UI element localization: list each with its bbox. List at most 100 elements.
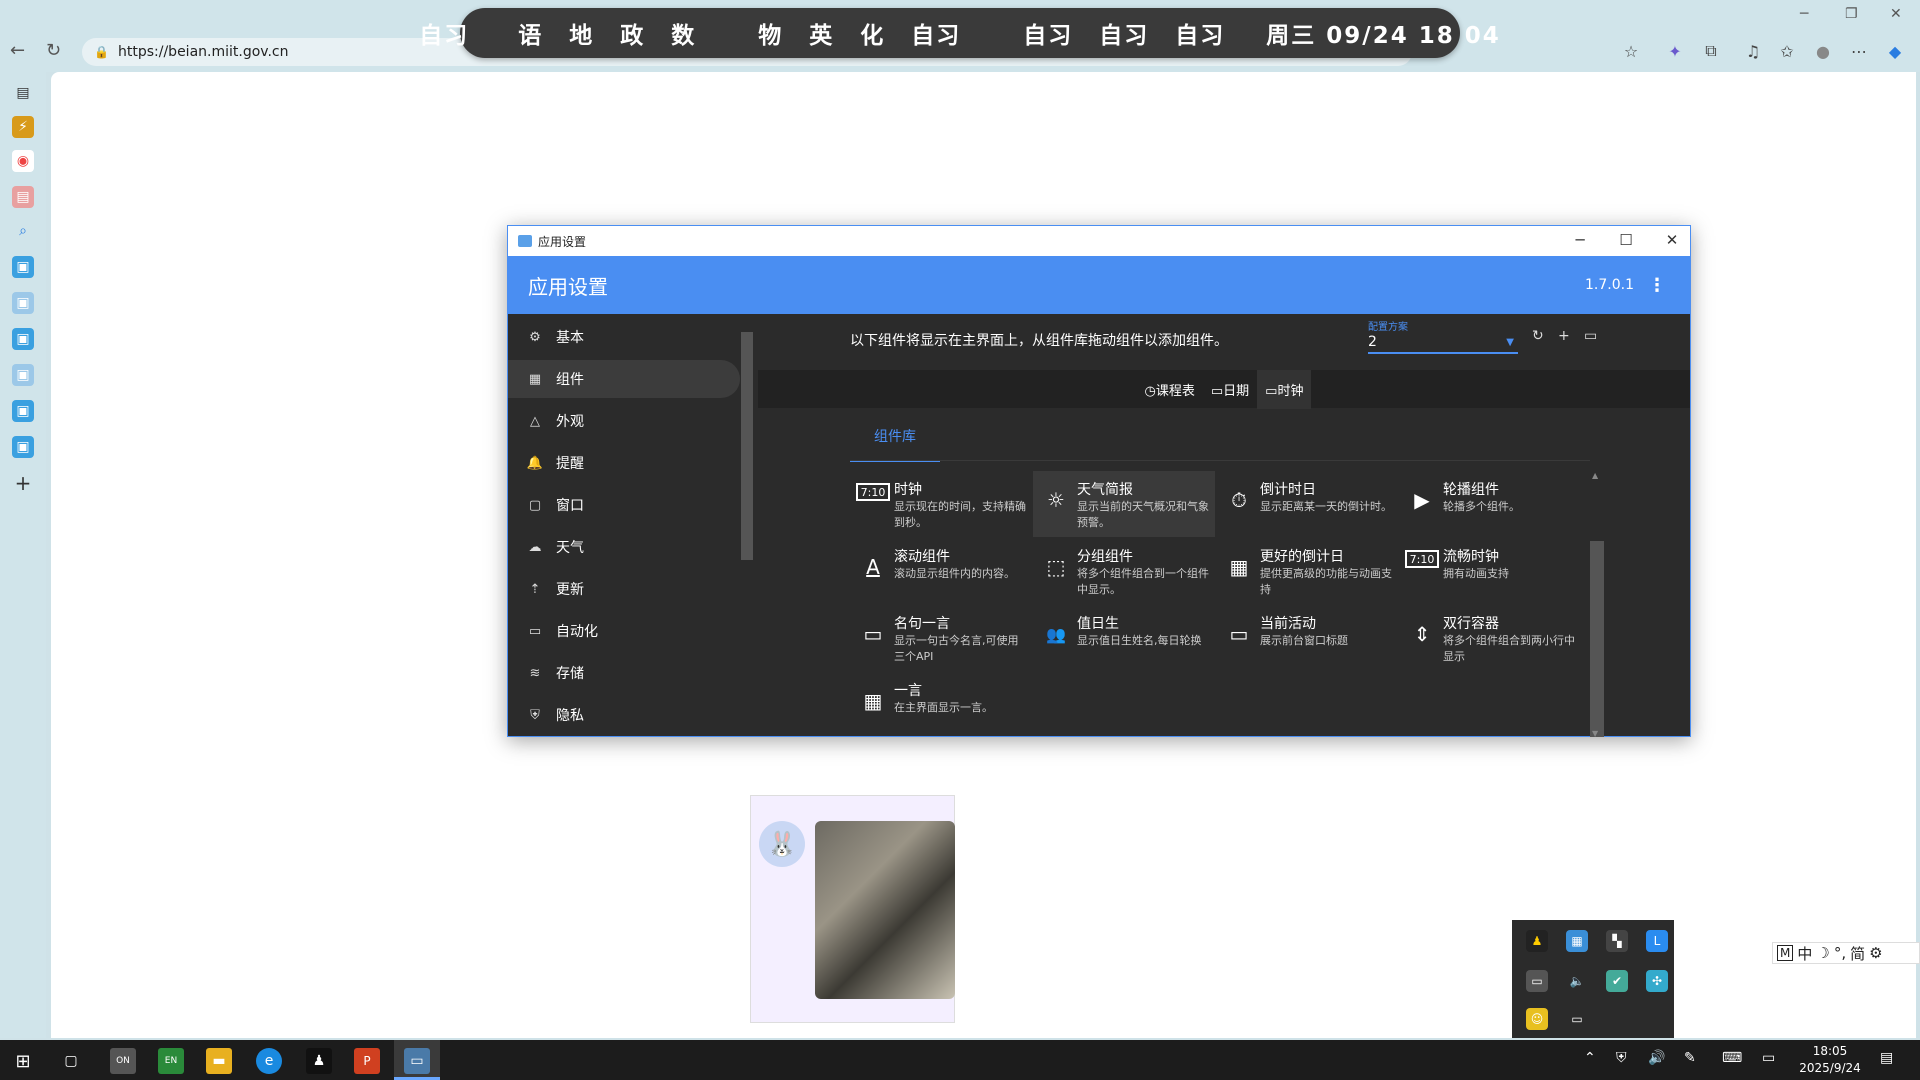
app-icon[interactable]: ON	[110, 1048, 136, 1074]
maximize-icon[interactable]: ☐	[1616, 231, 1636, 249]
library-scrollbar[interactable]: ▲ ▼	[1590, 471, 1604, 741]
settings-app-tray-icon[interactable]: ▭	[1526, 970, 1548, 992]
nav-item-reminder[interactable]: 🔔 提醒	[508, 444, 740, 482]
grid-tray-icon[interactable]: ▚	[1606, 930, 1628, 952]
add-tab-icon[interactable]: +	[12, 471, 34, 495]
minimize-icon[interactable]: ─	[1570, 231, 1590, 249]
speaker-tray-icon[interactable]: 🔈	[1566, 970, 1588, 992]
widget-card-better-countdown[interactable]: ▦ 更好的倒计日 提供更高级的功能与动画支持	[1216, 538, 1398, 604]
app-shortcut-icon[interactable]: ⚡	[12, 116, 34, 138]
file-explorer-icon[interactable]: ▬	[206, 1048, 232, 1074]
widget-card-duty[interactable]: 👥 值日生 显示值日生姓名,每日轮换	[1033, 605, 1215, 671]
back-icon[interactable]: ←	[10, 40, 25, 61]
favorites-icon[interactable]: ✩	[1776, 40, 1798, 62]
ime-script[interactable]: 简	[1850, 943, 1865, 964]
app-tray-icon[interactable]: ✣	[1646, 970, 1668, 992]
windows-start-icon[interactable]: ⊞	[10, 1048, 36, 1074]
security-tray-icon[interactable]: ✔	[1606, 970, 1628, 992]
nav-item-components[interactable]: ▦ 组件	[508, 360, 740, 398]
nav-item-appearance[interactable]: △ 外观	[508, 402, 740, 440]
config-scheme-select[interactable]: 配置方案 2 ▼	[1368, 318, 1518, 354]
scroll-thumb[interactable]	[741, 332, 753, 560]
window-titlebar[interactable]: 应用设置 ─ ☐ ✕	[508, 226, 1690, 256]
task-view-icon[interactable]: ▢	[58, 1048, 84, 1074]
monitor-tray-icon[interactable]: ▭	[1566, 1008, 1588, 1030]
extensions-icon[interactable]: ⧉	[1700, 40, 1722, 62]
profile-icon[interactable]: ●	[1812, 40, 1834, 62]
refresh-icon[interactable]: ↻	[46, 40, 61, 61]
widget-card-scroll[interactable]: A 滚动组件 滚动显示组件内的内容。	[850, 538, 1032, 604]
class-island-icon[interactable]: ▭	[404, 1048, 430, 1074]
tab-icon[interactable]: ▤	[12, 186, 34, 208]
copilot-icon[interactable]: ◆	[1884, 40, 1906, 62]
tab-icon[interactable]: ▣	[12, 364, 34, 386]
nav-item-automation[interactable]: ▭ 自动化	[508, 612, 740, 650]
nav-item-window[interactable]: ▢ 窗口	[508, 486, 740, 524]
chevron-up-icon[interactable]: ⌃	[1584, 1050, 1596, 1066]
favorite-star-icon[interactable]: ☆	[1620, 40, 1642, 62]
display-icon[interactable]: ▭	[1762, 1050, 1775, 1066]
tab-icon[interactable]: ▣	[12, 328, 34, 350]
tab-schedule[interactable]: ◷课程表	[1137, 370, 1203, 409]
widget-card-carousel[interactable]: ▶ 轮播组件 轮播多个组件。	[1399, 471, 1581, 537]
widget-card-hitokoto[interactable]: ▦ 一言 在主界面显示一言。	[850, 672, 1032, 738]
media-icon[interactable]: ♫	[1742, 40, 1764, 62]
notification-icon[interactable]: ▤	[1880, 1050, 1893, 1066]
tab-component-library[interactable]: 组件库	[850, 426, 940, 462]
powerpoint-icon[interactable]: P	[354, 1048, 380, 1074]
refresh-icon[interactable]: ↻	[1532, 328, 1544, 344]
widget-card-weather[interactable]: ☼ 天气简报 显示当前的天气概况和气象预警。	[1033, 471, 1215, 537]
app-tray-icon[interactable]: ▦	[1566, 930, 1588, 952]
scroll-up-icon[interactable]: ▲	[1592, 471, 1598, 480]
tab-icon[interactable]: ▣	[12, 400, 34, 422]
scroll-thumb[interactable]	[1590, 541, 1604, 737]
system-clock[interactable]: 18:05 2025/9/24	[1790, 1043, 1870, 1077]
ime-mode[interactable]: M	[1777, 945, 1794, 961]
active-tab-icon[interactable]: ◉	[12, 150, 34, 172]
nav-item-privacy[interactable]: ⛨ 隐私	[508, 696, 740, 734]
volume-icon[interactable]: 🔊	[1648, 1050, 1665, 1066]
app-tray-icon[interactable]: L	[1646, 930, 1668, 952]
translate-icon[interactable]: ✦	[1664, 40, 1686, 62]
widget-card-activity[interactable]: ▭ 当前活动 展示前台窗口标题	[1216, 605, 1398, 671]
qq-tray-icon[interactable]: ♟	[1526, 930, 1548, 952]
browser-minimize-icon[interactable]: ─	[1800, 6, 1808, 22]
nav-item-basic[interactable]: ⚙ 基本	[508, 318, 740, 356]
close-icon[interactable]: ✕	[1662, 231, 1682, 249]
edge-icon[interactable]: e	[256, 1048, 282, 1074]
ime-toolbar[interactable]: M 中 ☽ °, 简 ⚙	[1772, 942, 1920, 964]
emoji-tray-icon[interactable]: ☺	[1526, 1008, 1548, 1030]
widget-card-smooth-clock[interactable]: 7:10 流畅时钟 拥有动画支持	[1399, 538, 1581, 604]
sidebar-toggle-icon[interactable]: ▤	[12, 82, 34, 104]
keyboard-icon[interactable]: ⌨	[1722, 1050, 1742, 1066]
browser-restore-icon[interactable]: ❐	[1845, 6, 1858, 22]
more-icon[interactable]: ⋯	[1848, 40, 1870, 62]
widget-card-countdown[interactable]: ⏱ 倒计时日 显示距离某一天的倒计时。	[1216, 471, 1398, 537]
ime-lang[interactable]: 中	[1797, 943, 1812, 964]
scroll-down-icon[interactable]: ▼	[1592, 729, 1598, 738]
ime-punct[interactable]: °,	[1834, 944, 1846, 962]
widget-card-quote[interactable]: ▭ 名句一言 显示一句古今名言,可使用三个API	[850, 605, 1032, 671]
widget-card-dual-row[interactable]: ⇕ 双行容器 将多个组件组合到两小行中显示	[1399, 605, 1581, 671]
browser-close-icon[interactable]: ✕	[1890, 6, 1902, 22]
nav-item-storage[interactable]: ≋ 存储	[508, 654, 740, 692]
moon-icon[interactable]: ☽	[1816, 944, 1829, 962]
photo-thumbnail[interactable]	[815, 821, 955, 999]
security-icon[interactable]: ⛨	[1616, 1050, 1627, 1066]
tab-date[interactable]: ▭日期	[1203, 370, 1257, 409]
nav-item-weather[interactable]: ☁ 天气	[508, 528, 740, 566]
widget-card-group[interactable]: ⬚ 分组组件 将多个组件组合到一个组件中显示。	[1033, 538, 1215, 604]
nav-scrollbar[interactable]	[741, 318, 753, 732]
folder-icon[interactable]: ▭	[1584, 328, 1597, 344]
tab-clock[interactable]: ▭时钟	[1257, 369, 1312, 409]
tab-icon[interactable]: ▣	[12, 436, 34, 458]
en-app-icon[interactable]: EN	[158, 1048, 184, 1074]
gear-icon[interactable]: ⚙	[1869, 944, 1882, 962]
tab-icon[interactable]: ▣	[12, 256, 34, 278]
widget-card-clock[interactable]: 7:10 时钟 显示现在的时间，支持精确到秒。	[850, 471, 1032, 537]
nav-item-update[interactable]: ⇡ 更新	[508, 570, 740, 608]
tab-icon[interactable]: ▣	[12, 292, 34, 314]
chat-message-popup[interactable]: 🐰	[750, 795, 955, 1023]
search-icon[interactable]: ⌕	[12, 220, 34, 242]
qq-icon[interactable]: ♟	[306, 1048, 332, 1074]
